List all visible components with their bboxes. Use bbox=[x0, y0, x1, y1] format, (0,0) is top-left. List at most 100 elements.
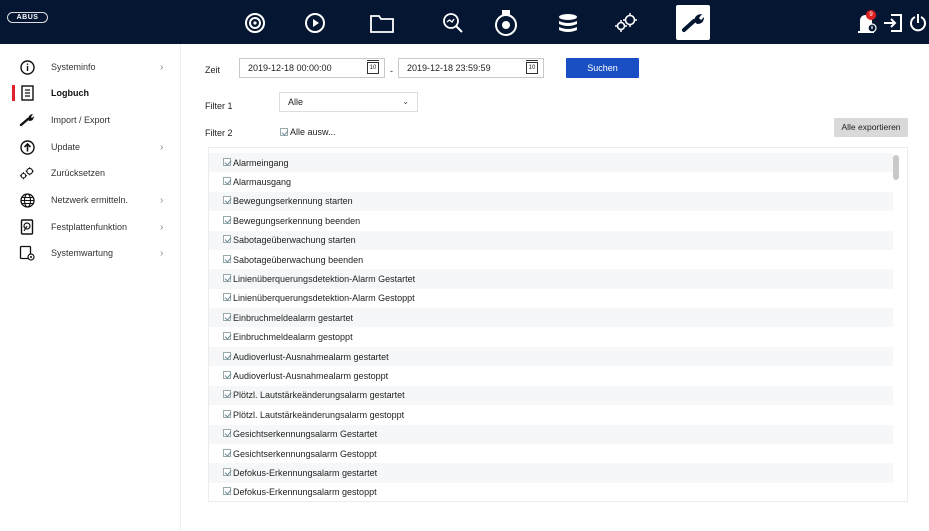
list-item[interactable]: Sabotageüberwachung beenden bbox=[209, 250, 893, 269]
settings-icon[interactable] bbox=[609, 6, 643, 40]
end-time-field[interactable]: 2019-12-18 23:59:59 10 bbox=[398, 58, 544, 78]
list-item-label: Plötzl. Lautstärkeänderungsalarm gestopp… bbox=[233, 409, 405, 420]
list-item-label: Audioverlust-Ausnahmealarm gestartet bbox=[233, 351, 389, 362]
list-item[interactable]: Sabotageüberwachung starten bbox=[209, 230, 893, 250]
list-item[interactable]: Linienüberquerungsdetektion-Alarm Gestop… bbox=[209, 289, 893, 308]
calendar-icon[interactable]: 10 bbox=[526, 60, 538, 74]
time-label: Zeit bbox=[205, 65, 221, 75]
checkbox-checked-icon[interactable] bbox=[223, 293, 231, 302]
checkbox-checked-icon[interactable] bbox=[223, 157, 231, 166]
list-item-label: Linienüberquerungsdetektion-Alarm Gestar… bbox=[233, 274, 416, 285]
sidebar-item-label: Festplattenfunktion bbox=[51, 222, 128, 232]
list-item[interactable]: Plötzl. Lautstärkeänderungsalarm gestopp… bbox=[209, 405, 893, 424]
checkbox-checked-icon[interactable] bbox=[223, 429, 231, 438]
sidebar-item-update[interactable]: Update › bbox=[0, 134, 181, 160]
abus-logo: ABUS bbox=[7, 12, 48, 23]
checkbox-checked-icon[interactable] bbox=[223, 196, 231, 205]
chevron-down-icon: ⌄ bbox=[402, 97, 409, 106]
checkbox-checked-icon[interactable] bbox=[223, 235, 231, 244]
log-icon bbox=[19, 85, 35, 101]
sidebar-item-systeminfo[interactable]: Systeminfo › bbox=[0, 54, 181, 80]
list-item[interactable]: Gesichtserkennungsalarm Gestoppt bbox=[209, 444, 893, 463]
checkbox-checked-icon[interactable] bbox=[223, 312, 231, 321]
sidebar: Systeminfo › Logbuch Import / Export Upd… bbox=[0, 44, 181, 531]
checkbox-checked-icon[interactable] bbox=[223, 409, 231, 418]
checkbox-checked-icon[interactable] bbox=[223, 215, 231, 224]
sidebar-item-label: Netzwerk ermitteln. bbox=[51, 195, 129, 205]
list-item[interactable]: Alarmeingang bbox=[209, 153, 893, 173]
power-icon[interactable] bbox=[907, 6, 929, 40]
list-item[interactable]: Bewegungserkennung beenden bbox=[209, 211, 893, 230]
info-icon bbox=[19, 59, 35, 75]
log-type-list[interactable]: Alarmeingang Alarmausgang Bewegungserkennu… bbox=[208, 147, 908, 502]
list-item[interactable]: Alarmausgang bbox=[209, 172, 893, 191]
checkbox-checked-icon[interactable] bbox=[223, 390, 231, 399]
list-item-label: Alarmausgang bbox=[233, 177, 292, 188]
checkbox-checked-icon[interactable] bbox=[223, 487, 231, 496]
search-button[interactable]: Suchen bbox=[566, 58, 639, 78]
sidebar-item-label: Zurücksetzen bbox=[51, 168, 106, 178]
sidebar-item-systemwartung[interactable]: Systemwartung › bbox=[0, 240, 181, 266]
chevron-right-icon: › bbox=[160, 194, 164, 206]
camera-icon[interactable] bbox=[489, 6, 523, 40]
list-item-label: Einbruchmeldealarm gestartet bbox=[233, 312, 354, 323]
system-maintenance-icon bbox=[19, 245, 35, 261]
list-item[interactable]: Einbruchmeldealarm gestartet bbox=[209, 308, 893, 328]
list-item[interactable]: Bewegungserkennung starten bbox=[209, 191, 893, 212]
start-time-field[interactable]: 2019-12-18 00:00:00 10 bbox=[239, 58, 385, 78]
list-item[interactable]: Audioverlust-Ausnahmealarm gestartet bbox=[209, 347, 893, 367]
logout-icon[interactable] bbox=[876, 6, 910, 40]
list-item[interactable]: Defokus-Erkennungsalarm gestartet bbox=[209, 463, 893, 483]
sidebar-item-netzwerk[interactable]: Netzwerk ermitteln. › bbox=[0, 187, 181, 213]
chevron-right-icon: › bbox=[160, 141, 164, 153]
files-icon[interactable] bbox=[365, 6, 399, 40]
list-item-label: Sabotageüberwachung beenden bbox=[233, 254, 364, 265]
list-item-label: Bewegungserkennung beenden bbox=[233, 215, 361, 226]
hdd-icon bbox=[19, 219, 35, 235]
list-item[interactable]: Plötzl. Lautstärkeänderungsalarm gestart… bbox=[209, 385, 893, 406]
sidebar-item-zuruecksetzen[interactable]: Zurücksetzen bbox=[0, 160, 181, 186]
storage-icon[interactable] bbox=[551, 6, 585, 40]
checkbox-checked-icon[interactable] bbox=[223, 177, 231, 186]
checkbox-checked-icon[interactable] bbox=[223, 468, 231, 477]
filter1-select[interactable]: Alle ⌄ bbox=[279, 92, 418, 112]
list-item[interactable]: Linienüberquerungsdetektion-Alarm Gestar… bbox=[209, 269, 893, 289]
checkbox-checked-icon[interactable] bbox=[223, 448, 231, 457]
sidebar-item-festplatte[interactable]: Festplattenfunktion › bbox=[0, 214, 181, 240]
sidebar-item-label: Systeminfo bbox=[51, 62, 96, 72]
alarm-count-badge: 9 bbox=[866, 10, 876, 20]
list-item[interactable]: Defokus-Erkennungsalarm gestoppt bbox=[209, 483, 893, 501]
list-item-label: Bewegungserkennung starten bbox=[233, 196, 353, 207]
time-separator: - bbox=[390, 66, 393, 76]
calendar-icon[interactable]: 10 bbox=[367, 60, 379, 74]
list-item-label: Sabotageüberwachung starten bbox=[233, 235, 356, 246]
list-item[interactable]: Audioverlust-Ausnahmealarm gestoppt bbox=[209, 366, 893, 385]
upload-icon bbox=[19, 139, 35, 155]
maintenance-icon[interactable] bbox=[676, 5, 710, 40]
select-all-label: Alle ausw... bbox=[290, 127, 336, 137]
checkbox-checked-icon[interactable] bbox=[223, 332, 231, 341]
select-all-checkbox[interactable]: Alle ausw... bbox=[280, 127, 336, 137]
checkbox-checked-icon[interactable] bbox=[223, 254, 231, 263]
scrollbar-thumb[interactable] bbox=[893, 155, 899, 180]
export-all-button[interactable]: Alle exportieren bbox=[834, 118, 908, 137]
playback-icon[interactable] bbox=[298, 6, 332, 40]
live-view-icon[interactable] bbox=[238, 6, 272, 40]
checkbox-checked-icon[interactable] bbox=[223, 351, 231, 360]
chevron-right-icon: › bbox=[160, 61, 164, 73]
sidebar-item-logbuch[interactable]: Logbuch bbox=[0, 80, 181, 106]
sidebar-item-import-export[interactable]: Import / Export bbox=[0, 107, 181, 133]
filter1-value: Alle bbox=[288, 97, 304, 107]
chevron-right-icon: › bbox=[160, 247, 164, 259]
top-navigation-bar: ABUS 9 bbox=[0, 0, 929, 44]
list-item-label: Alarmeingang bbox=[233, 157, 289, 168]
checkbox-checked-icon[interactable] bbox=[223, 274, 231, 283]
sidebar-item-label: Systemwartung bbox=[51, 248, 114, 258]
checkbox-checked-icon[interactable] bbox=[223, 371, 231, 380]
list-item-label: Linienüberquerungsdetektion-Alarm Gestop… bbox=[233, 293, 415, 304]
list-item[interactable]: Gesichtserkennungsalarm Gestartet bbox=[209, 424, 893, 444]
list-item-label: Defokus-Erkennungsalarm gestartet bbox=[233, 468, 378, 479]
list-item-label: Defokus-Erkennungsalarm gestoppt bbox=[233, 487, 377, 498]
search-analysis-icon[interactable] bbox=[436, 6, 470, 40]
list-item[interactable]: Einbruchmeldealarm gestoppt bbox=[209, 328, 893, 347]
